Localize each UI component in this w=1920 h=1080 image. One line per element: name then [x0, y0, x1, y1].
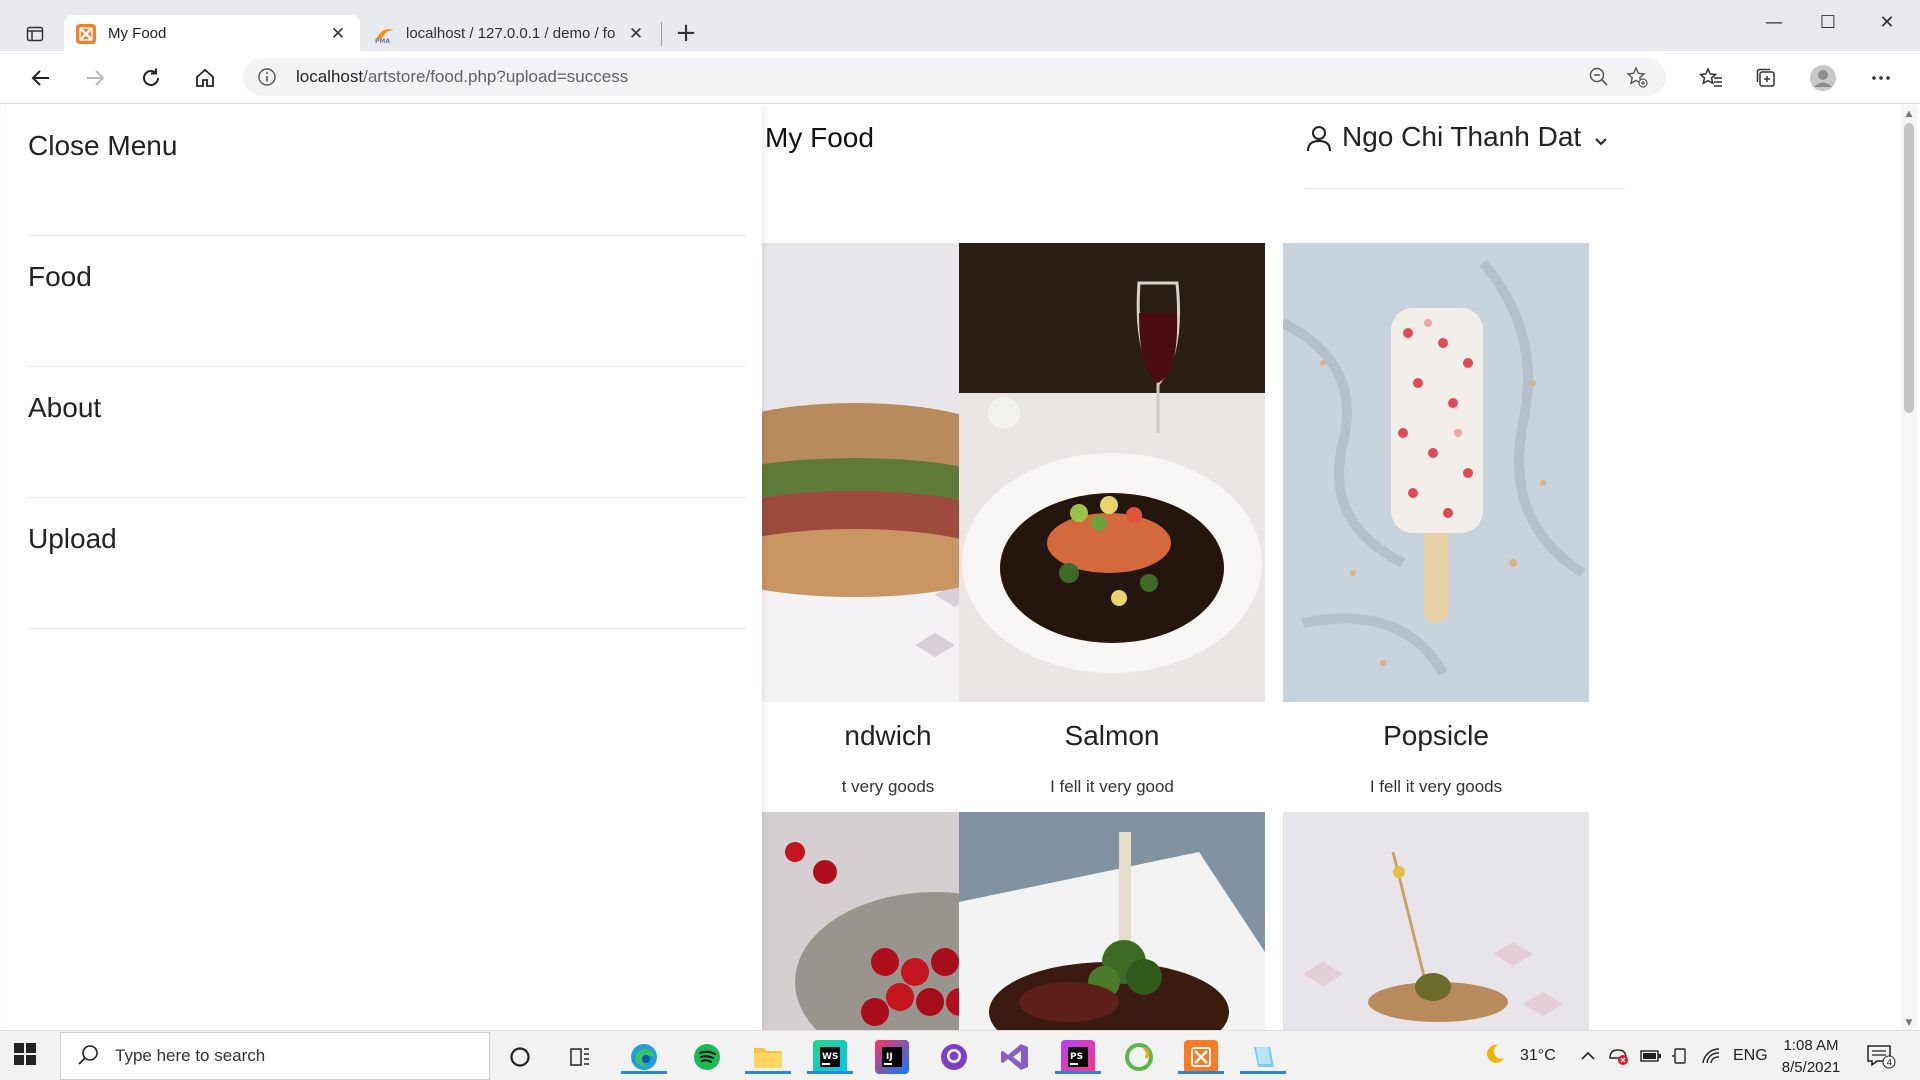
xampp-icon [76, 23, 96, 44]
menu-link-about[interactable]: About [28, 367, 746, 498]
chevron-down-icon [1593, 133, 1609, 149]
browser-tab-bar: My Food ✕ PMA localhost / 127.0.0.1 / de… [0, 0, 1920, 52]
new-tab-icon[interactable]: + [671, 19, 701, 49]
battery-icon[interactable] [1640, 1031, 1662, 1080]
active-app-indicator [1178, 1071, 1224, 1074]
more-menu-icon[interactable] [1865, 62, 1897, 94]
food-name: Popsicle [1383, 720, 1489, 751]
show-hidden-icons-icon[interactable] [1580, 1031, 1596, 1080]
address-bar[interactable]: localhost/artstore/food.php?upload=succe… [243, 58, 1666, 96]
svg-text:IJ: IJ [886, 1052, 893, 1062]
user-icon [1305, 124, 1333, 152]
site-info-icon[interactable] [257, 67, 277, 87]
webstorm-icon[interactable]: WS [807, 1040, 853, 1074]
url-host: localhost [296, 67, 364, 86]
food-photo-salmon[interactable] [959, 243, 1265, 702]
food-photo-steak[interactable] [959, 812, 1265, 1030]
tab-my-food[interactable]: My Food ✕ [64, 15, 360, 52]
profile-avatar-icon[interactable] [1807, 62, 1839, 94]
close-tab-icon[interactable]: ✕ [626, 24, 646, 44]
taskbar-search-box[interactable]: Type here to search [60, 1032, 490, 1080]
scroll-up-icon[interactable]: ▲ [1904, 109, 1914, 119]
site-title[interactable]: My Food [765, 122, 874, 154]
taskbar-clock[interactable]: 1:08 AM 8/5/2021 [1766, 1035, 1856, 1079]
weather-widget[interactable]: 31°C [1484, 1031, 1556, 1080]
scroll-thumb[interactable] [1904, 123, 1914, 413]
forward-icon[interactable] [79, 62, 111, 94]
home-icon[interactable] [189, 62, 221, 94]
phpmyadmin-icon: PMA [374, 24, 394, 45]
side-menu: Close Menu Food About Upload [6, 105, 762, 1030]
svg-text:PMA: PMA [375, 38, 390, 44]
intellij-icon[interactable]: IJ [875, 1040, 909, 1074]
active-app-indicator [807, 1071, 853, 1074]
tab-title: My Food [108, 25, 167, 42]
windows-taskbar: Type here to search WS IJ PS 31°C ENG 1:… [0, 1030, 1920, 1080]
zoom-out-icon[interactable] [1588, 66, 1610, 88]
active-app-indicator [621, 1071, 667, 1074]
user-name: Ngo Chi Thanh Dat [1342, 121, 1582, 152]
add-favorite-icon[interactable] [1626, 66, 1648, 88]
close-tab-icon[interactable]: ✕ [328, 24, 348, 44]
notepad-icon[interactable] [1240, 1040, 1286, 1074]
food-photo-popsicle[interactable] [1283, 243, 1589, 702]
tab-actions-icon[interactable] [22, 21, 48, 47]
food-description: I fell it very goods [1369, 777, 1503, 796]
active-app-indicator [1240, 1071, 1286, 1074]
search-icon [77, 1044, 101, 1068]
maximize-icon[interactable]: ☐ [1801, 6, 1855, 40]
active-app-indicator [1055, 1071, 1101, 1074]
clock-time: 1:08 AM [1783, 1037, 1839, 1054]
wifi-icon[interactable] [1701, 1031, 1721, 1080]
food-name: Salmon [1064, 720, 1160, 751]
scroll-down-icon[interactable]: ▼ [1904, 1018, 1914, 1028]
close-window-icon[interactable]: ✕ [1860, 6, 1914, 40]
url-path: /artstore/food.php?upload=success [363, 67, 629, 86]
menu-link-upload[interactable]: Upload [28, 498, 746, 629]
close-menu-link[interactable]: Close Menu [28, 105, 746, 236]
refresh-icon[interactable] [135, 62, 167, 94]
active-app-indicator [745, 1071, 791, 1074]
food-photo-skewer[interactable] [1283, 812, 1589, 1030]
security-warning-icon[interactable] [1607, 1031, 1629, 1080]
cortana-icon[interactable] [503, 1040, 537, 1074]
svg-text:PS: PS [1070, 1052, 1083, 1062]
visual-studio-icon[interactable] [998, 1040, 1032, 1074]
input-language[interactable]: ENG [1733, 1031, 1768, 1080]
phpstorm-icon[interactable]: PS [1055, 1040, 1101, 1074]
notification-count: 4 [1887, 1059, 1893, 1069]
user-menu[interactable]: Ngo Chi Thanh Dat [1305, 121, 1625, 189]
page-viewport: My Food Ngo Chi Thanh Dat ndwich t very … [0, 105, 1920, 1030]
device-icon[interactable] [1671, 1031, 1689, 1080]
coccoc-icon[interactable] [1122, 1040, 1156, 1074]
notification-center-icon[interactable]: 4 [1866, 1031, 1896, 1080]
back-icon[interactable] [25, 62, 57, 94]
url-text[interactable]: localhost/artstore/food.php?upload=succe… [296, 67, 628, 87]
spotify-icon[interactable] [690, 1040, 724, 1074]
minimize-icon[interactable]: — [1747, 6, 1801, 40]
github-desktop-icon[interactable] [937, 1040, 971, 1074]
favorites-icon[interactable] [1695, 62, 1727, 94]
tab-phpmyadmin[interactable]: PMA localhost / 127.0.0.1 / demo / fo ✕ [362, 15, 658, 52]
clock-date: 8/5/2021 [1781, 1059, 1841, 1076]
menu-link-food[interactable]: Food [28, 236, 746, 367]
tab-separator [661, 22, 662, 46]
browser-toolbar: localhost/artstore/food.php?upload=succe… [0, 51, 1920, 104]
xampp-icon[interactable] [1178, 1040, 1224, 1074]
task-view-icon[interactable] [563, 1040, 597, 1074]
moon-icon [1484, 1043, 1506, 1070]
vertical-scrollbar[interactable]: ▲ ▼ [1901, 105, 1917, 1030]
collections-icon[interactable] [1750, 62, 1782, 94]
search-placeholder: Type here to search [115, 1046, 266, 1065]
svg-text:WS: WS [822, 1052, 838, 1062]
file-explorer-icon[interactable] [745, 1040, 791, 1074]
weather-temperature: 31°C [1520, 1047, 1556, 1064]
windows-start-icon[interactable] [14, 1043, 40, 1069]
food-description: I fell it very good [1050, 777, 1174, 796]
tab-title: localhost / 127.0.0.1 / demo / fo [406, 25, 616, 42]
edge-icon[interactable] [621, 1040, 667, 1074]
